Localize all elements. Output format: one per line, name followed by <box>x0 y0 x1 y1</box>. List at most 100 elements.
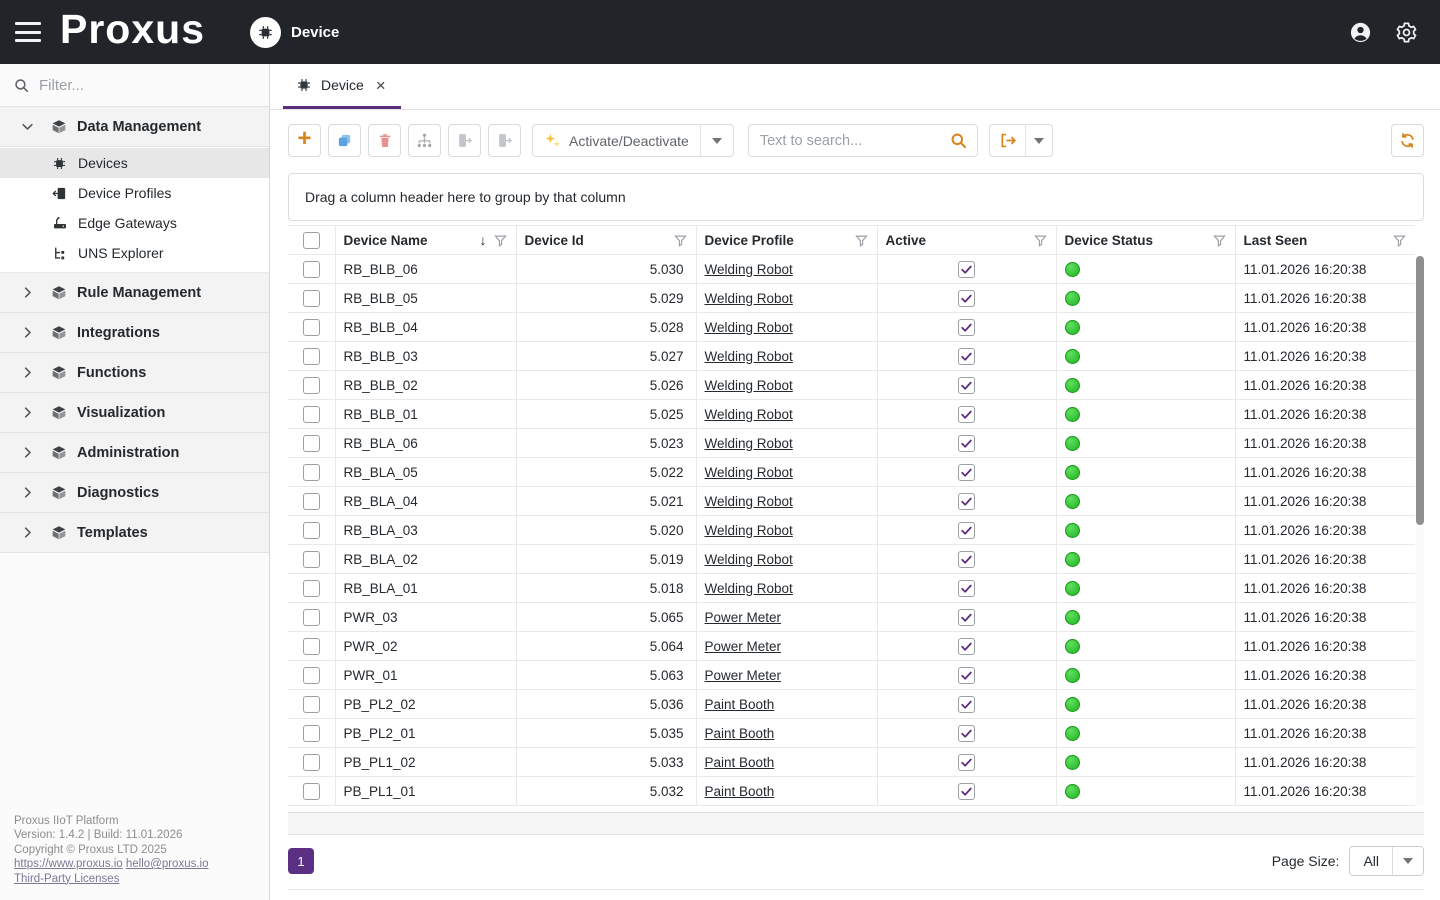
table-row[interactable]: PB_PL2_015.035Paint Booth11.01.2026 16:2… <box>288 719 1415 748</box>
row-checkbox[interactable] <box>303 638 320 655</box>
column-header-device-id[interactable]: Device Id <box>516 226 696 255</box>
row-checkbox[interactable] <box>303 348 320 365</box>
column-header-active[interactable]: Active <box>877 226 1056 255</box>
export-dropdown[interactable] <box>1025 125 1052 156</box>
horizontal-scrollbar[interactable] <box>288 812 1424 835</box>
device-profile-link[interactable]: Welding Robot <box>705 436 793 451</box>
export-door-button-1[interactable] <box>448 124 481 157</box>
device-profile-link[interactable]: Paint Booth <box>705 784 775 799</box>
active-checkbox[interactable] <box>958 725 975 742</box>
group-by-panel[interactable]: Drag a column header here to group by th… <box>288 173 1424 221</box>
device-profile-link[interactable]: Welding Robot <box>705 494 793 509</box>
active-checkbox[interactable] <box>958 319 975 336</box>
active-checkbox[interactable] <box>958 522 975 539</box>
active-checkbox[interactable] <box>958 783 975 800</box>
active-checkbox[interactable] <box>958 290 975 307</box>
row-checkbox[interactable] <box>303 725 320 742</box>
filter-icon[interactable] <box>854 233 869 248</box>
delete-button[interactable] <box>368 124 401 157</box>
table-row[interactable]: RB_BLB_065.030Welding Robot11.01.2026 16… <box>288 255 1415 284</box>
device-profile-link[interactable]: Welding Robot <box>705 523 793 538</box>
sidebar-group-templates[interactable]: Templates <box>0 513 269 553</box>
select-all-checkbox[interactable] <box>303 232 320 249</box>
row-checkbox[interactable] <box>303 435 320 452</box>
row-checkbox[interactable] <box>303 522 320 539</box>
filter-icon[interactable] <box>493 233 508 248</box>
sidebar-item-device-profiles[interactable]: Device Profiles <box>0 178 269 208</box>
table-row[interactable]: PB_PL2_025.036Paint Booth11.01.2026 16:2… <box>288 690 1415 719</box>
device-profile-link[interactable]: Welding Robot <box>705 465 793 480</box>
export-door-button-2[interactable] <box>488 124 521 157</box>
active-checkbox[interactable] <box>958 464 975 481</box>
row-checkbox[interactable] <box>303 551 320 568</box>
active-checkbox[interactable] <box>958 406 975 423</box>
search-icon[interactable] <box>949 131 968 150</box>
add-button[interactable]: + <box>288 124 321 157</box>
active-checkbox[interactable] <box>958 348 975 365</box>
device-profile-link[interactable]: Welding Robot <box>705 581 793 596</box>
settings-gear-icon[interactable] <box>1395 21 1418 44</box>
sidebar-group-data-management[interactable]: Data Management <box>0 107 269 147</box>
tab-close-icon[interactable]: × <box>376 77 386 94</box>
filter-icon[interactable] <box>1033 233 1048 248</box>
menu-icon[interactable] <box>15 22 41 42</box>
sidebar-group-functions[interactable]: Functions <box>0 353 269 393</box>
active-checkbox[interactable] <box>958 638 975 655</box>
website-link[interactable]: https://www.proxus.io <box>14 858 123 870</box>
table-row[interactable]: RB_BLB_045.028Welding Robot11.01.2026 16… <box>288 313 1415 342</box>
active-checkbox[interactable] <box>958 667 975 684</box>
device-profile-link[interactable]: Power Meter <box>705 610 782 625</box>
sidebar-group-visualization[interactable]: Visualization <box>0 393 269 433</box>
email-link[interactable]: hello@proxus.io <box>126 858 209 870</box>
active-checkbox[interactable] <box>958 551 975 568</box>
column-header-device-profile[interactable]: Device Profile <box>696 226 877 255</box>
page-size-select[interactable]: All <box>1349 846 1424 876</box>
row-checkbox[interactable] <box>303 493 320 510</box>
active-checkbox[interactable] <box>958 435 975 452</box>
sidebar-item-devices[interactable]: Devices <box>0 148 269 178</box>
table-row[interactable]: PB_PL1_015.032Paint Booth11.01.2026 16:2… <box>288 777 1415 806</box>
row-checkbox[interactable] <box>303 464 320 481</box>
sidebar-group-rule-management[interactable]: Rule Management <box>0 273 269 313</box>
row-checkbox[interactable] <box>303 319 320 336</box>
device-profile-link[interactable]: Power Meter <box>705 639 782 654</box>
activate-deactivate-button[interactable]: Activate/Deactivate <box>533 125 700 156</box>
table-row[interactable]: RB_BLA_045.021Welding Robot11.01.2026 16… <box>288 487 1415 516</box>
device-profile-link[interactable]: Welding Robot <box>705 291 793 306</box>
activate-deactivate-dropdown[interactable] <box>700 125 733 156</box>
device-profile-link[interactable]: Welding Robot <box>705 378 793 393</box>
refresh-button[interactable] <box>1391 124 1424 157</box>
device-profile-link[interactable]: Welding Robot <box>705 349 793 364</box>
row-checkbox[interactable] <box>303 377 320 394</box>
account-icon[interactable] <box>1349 21 1372 44</box>
filter-icon[interactable] <box>1392 233 1407 248</box>
device-profile-link[interactable]: Welding Robot <box>705 320 793 335</box>
device-profile-link[interactable]: Paint Booth <box>705 697 775 712</box>
column-header-device-status[interactable]: Device Status <box>1056 226 1235 255</box>
device-profile-link[interactable]: Welding Robot <box>705 262 793 277</box>
row-checkbox[interactable] <box>303 667 320 684</box>
filter-icon[interactable] <box>673 233 688 248</box>
sidebar-group-integrations[interactable]: Integrations <box>0 313 269 353</box>
table-row[interactable]: RB_BLB_015.025Welding Robot11.01.2026 16… <box>288 400 1415 429</box>
device-profile-link[interactable]: Power Meter <box>705 668 782 683</box>
active-checkbox[interactable] <box>958 377 975 394</box>
sidebar-filter-input[interactable] <box>39 77 256 94</box>
filter-icon[interactable] <box>1212 233 1227 248</box>
table-row[interactable]: RB_BLB_055.029Welding Robot11.01.2026 16… <box>288 284 1415 313</box>
active-checkbox[interactable] <box>958 754 975 771</box>
table-row[interactable]: RB_BLB_025.026Welding Robot11.01.2026 16… <box>288 371 1415 400</box>
table-row[interactable]: PB_PL1_025.033Paint Booth11.01.2026 16:2… <box>288 748 1415 777</box>
table-row[interactable]: PWR_015.063Power Meter11.01.2026 16:20:3… <box>288 661 1415 690</box>
active-checkbox[interactable] <box>958 261 975 278</box>
active-checkbox[interactable] <box>958 609 975 626</box>
hierarchy-button[interactable] <box>408 124 441 157</box>
active-checkbox[interactable] <box>958 696 975 713</box>
sidebar-item-uns-explorer[interactable]: UNS Explorer <box>0 238 269 268</box>
table-row[interactable]: RB_BLB_035.027Welding Robot11.01.2026 16… <box>288 342 1415 371</box>
row-checkbox[interactable] <box>303 609 320 626</box>
sidebar-group-diagnostics[interactable]: Diagnostics <box>0 473 269 513</box>
search-input[interactable] <box>760 133 949 149</box>
table-row[interactable]: RB_BLA_055.022Welding Robot11.01.2026 16… <box>288 458 1415 487</box>
row-checkbox[interactable] <box>303 580 320 597</box>
